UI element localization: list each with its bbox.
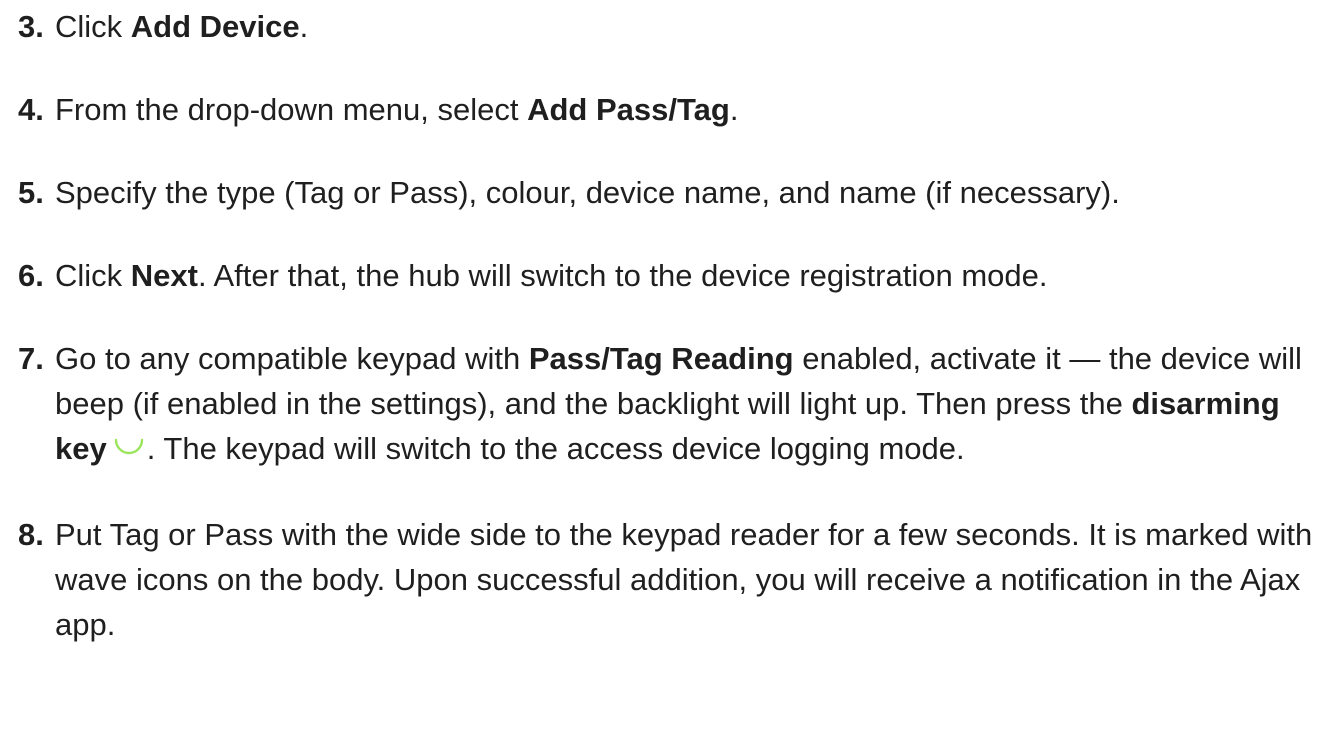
step-text-run: Specify the type (Tag or Pass), colour, … — [55, 175, 1120, 210]
step-text: Click Next. After that, the hub will swi… — [55, 253, 1313, 298]
step-number: 6. — [18, 258, 44, 293]
step-text-run: . — [729, 92, 739, 127]
step-text: Go to any compatible keypad with Pass/Ta… — [55, 336, 1313, 474]
step-emphasis: Add Device — [130, 9, 300, 44]
step-item: 8. Put Tag or Pass with the wide side to … — [18, 512, 1313, 647]
step-text-run: Go to any compatible keypad with — [55, 341, 529, 376]
step-text-run: Put Tag or Pass with the wide side to th… — [55, 517, 1313, 642]
step-item: 7. Go to any compatible keypad with Pass/… — [18, 336, 1313, 474]
step-emphasis: Pass/Tag Reading — [528, 341, 794, 376]
step-text: Put Tag or Pass with the wide side to th… — [55, 512, 1313, 647]
step-item: 5. Specify the type (Tag or Pass), colour… — [18, 170, 1313, 215]
disarming-key-icon — [113, 429, 145, 474]
step-number: 8. — [18, 517, 44, 552]
step-text: Specify the type (Tag or Pass), colour, … — [55, 170, 1313, 215]
instruction-steps: 3. Click Add Device. 4. From the drop-down … — [18, 4, 1313, 685]
step-text-run: From the drop-down menu, select — [55, 92, 528, 127]
step-number: 5. — [18, 175, 44, 210]
step-emphasis: Next — [130, 258, 198, 293]
step-text-run: Click — [55, 9, 131, 44]
step-text: Click Add Device. — [55, 4, 1313, 49]
step-item: 6. Click Next. After that, the hub will s… — [18, 253, 1313, 298]
step-text-run: . — [299, 9, 309, 44]
step-text: From the drop-down menu, select Add Pass… — [55, 87, 1313, 132]
step-number: 3. — [18, 9, 44, 44]
step-item: 4. From the drop-down menu, select Add Pa… — [18, 87, 1313, 132]
step-number: 4. — [18, 92, 44, 127]
step-emphasis: Add Pass/Tag — [527, 92, 730, 127]
step-number: 7. — [18, 341, 44, 376]
step-text-run: . After that, the hub will switch to the… — [197, 258, 1048, 293]
step-text-run: . The keypad will switch to the access d… — [146, 431, 965, 466]
step-text-run: Click — [55, 258, 131, 293]
step-item: 3. Click Add Device. — [18, 4, 1313, 49]
